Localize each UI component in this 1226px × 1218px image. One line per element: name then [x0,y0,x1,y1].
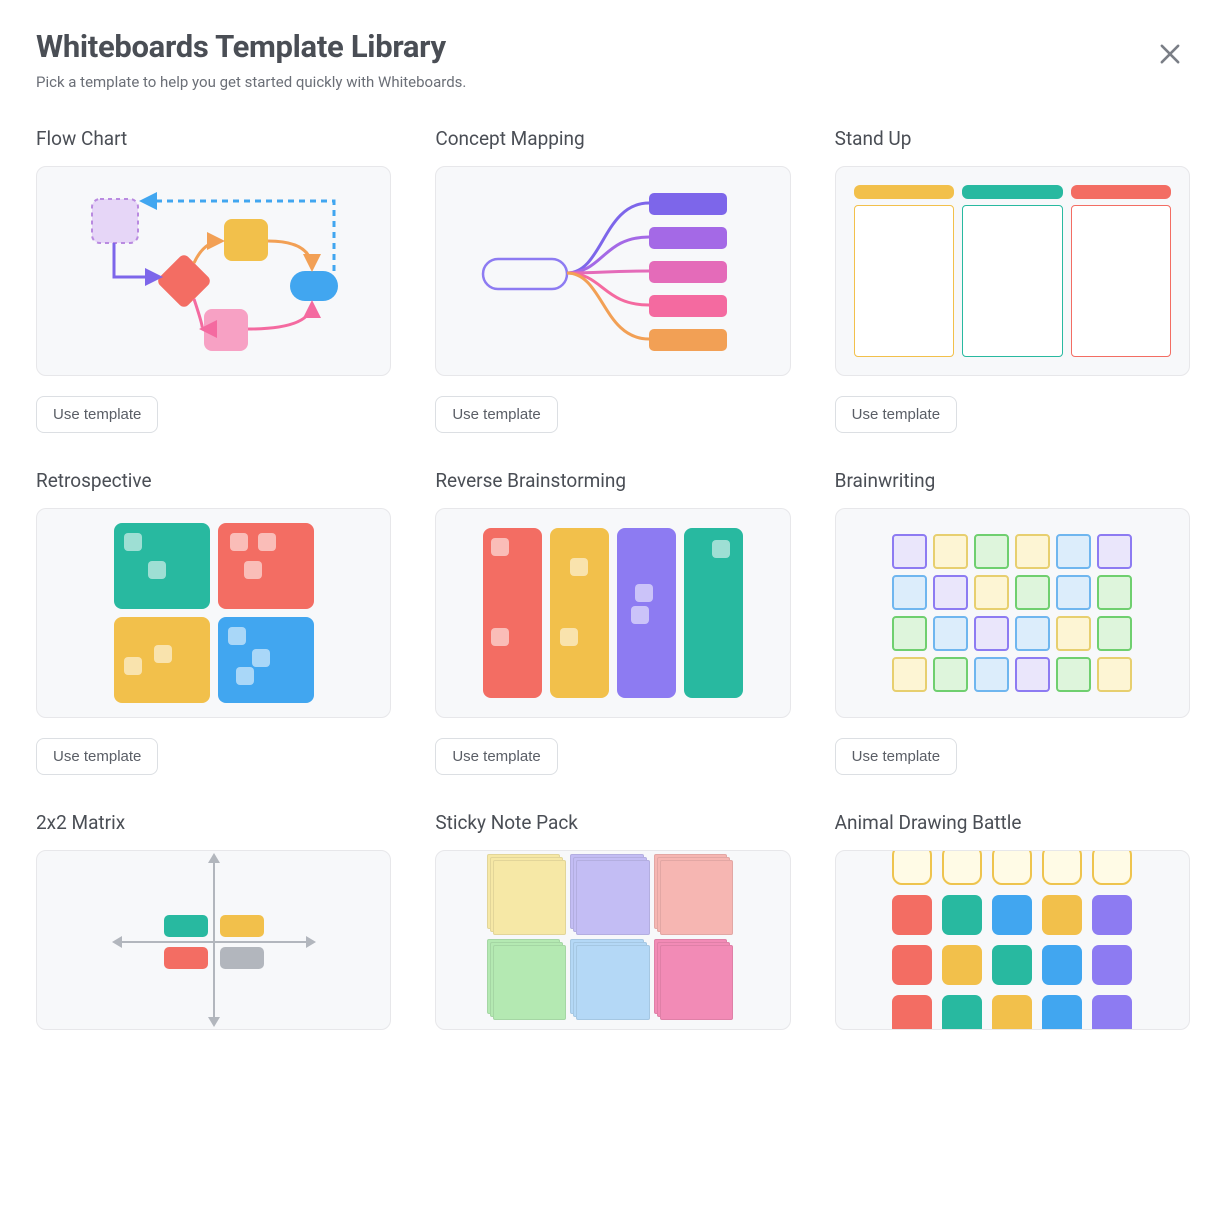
brainwriting-icon [892,534,1132,692]
template-thumbnail[interactable] [36,508,391,718]
sticky-pack-icon [493,860,733,1020]
close-icon[interactable] [1156,40,1184,68]
template-card-brainwriting: Brainwriting Use template [835,469,1190,775]
use-template-button[interactable]: Use template [435,396,557,433]
dialog-title: Whiteboards Template Library [36,28,1190,65]
standup-icon [854,185,1171,357]
template-thumbnail[interactable] [435,508,790,718]
animal-battle-icon [892,850,1132,1030]
template-thumbnail[interactable] [435,166,790,376]
use-template-button[interactable]: Use template [36,738,158,775]
template-title: Brainwriting [835,469,1190,492]
template-thumbnail[interactable] [36,166,391,376]
template-title: 2x2 Matrix [36,811,391,834]
template-thumbnail[interactable] [835,508,1190,718]
template-thumbnail[interactable] [835,850,1190,1030]
template-card-animal-drawing-battle: Animal Drawing Battle [835,811,1190,1030]
templates-grid: Flow Chart [36,127,1190,1030]
template-title: Retrospective [36,469,391,492]
concept-map-icon [463,181,763,361]
use-template-button[interactable]: Use template [835,396,957,433]
template-card-retrospective: Retrospective Use template [36,469,391,775]
template-title: Sticky Note Pack [435,811,790,834]
matrix-icon [114,855,314,1025]
dialog-subtitle: Pick a template to help you get started … [36,73,1190,91]
retrospective-icon [114,523,314,703]
reverse-brainstorming-icon [483,528,743,698]
use-template-button[interactable]: Use template [835,738,957,775]
template-title: Reverse Brainstorming [435,469,790,492]
template-title: Concept Mapping [435,127,790,150]
template-card-2x2-matrix: 2x2 Matrix [36,811,391,1030]
template-library-dialog: Whiteboards Template Library Pick a temp… [0,0,1226,1030]
template-title: Stand Up [835,127,1190,150]
template-card-concept-mapping: Concept Mapping Use template [435,127,790,433]
use-template-button[interactable]: Use template [435,738,557,775]
template-thumbnail[interactable] [36,850,391,1030]
template-card-stand-up: Stand Up Use template [835,127,1190,433]
template-card-flow-chart: Flow Chart [36,127,391,433]
flowchart-icon [64,181,364,361]
use-template-button[interactable]: Use template [36,396,158,433]
template-card-sticky-note-pack: Sticky Note Pack [435,811,790,1030]
template-thumbnail[interactable] [835,166,1190,376]
template-thumbnail[interactable] [435,850,790,1030]
template-title: Animal Drawing Battle [835,811,1190,834]
template-title: Flow Chart [36,127,391,150]
template-card-reverse-brainstorming: Reverse Brainstorming Use template [435,469,790,775]
